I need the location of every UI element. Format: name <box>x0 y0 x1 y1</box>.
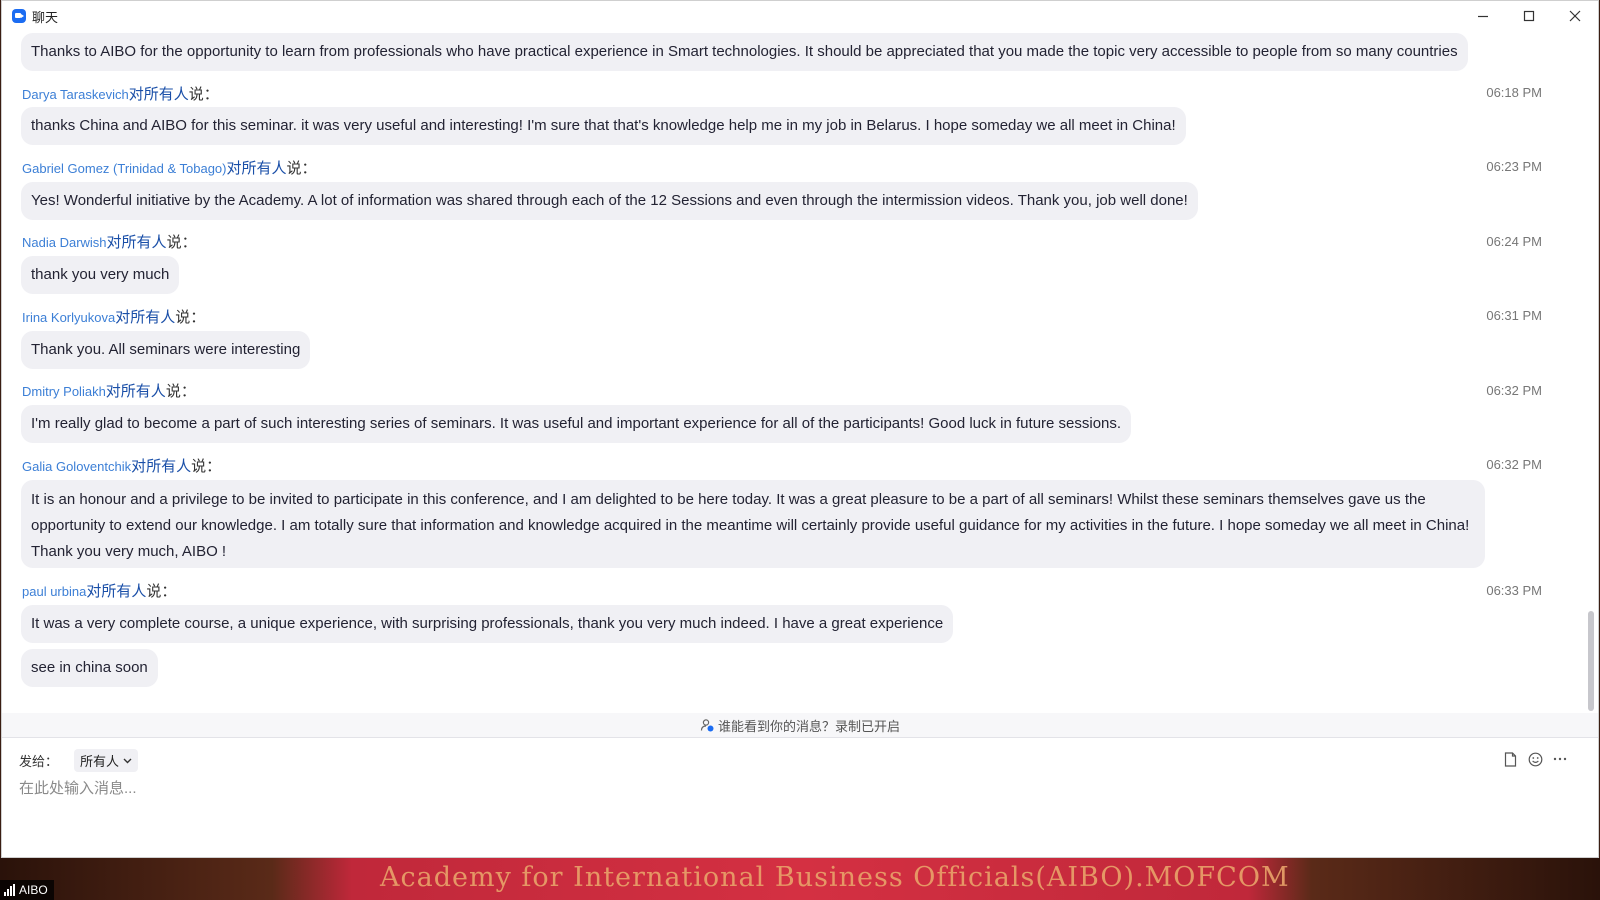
message-bubble: I'm really glad to become a part of such… <box>21 405 1132 443</box>
chat-scrollbar[interactable] <box>1588 611 1594 711</box>
user-shield-icon <box>700 719 714 732</box>
send-to-label: 发给： <box>19 754 59 769</box>
recipient-label: 对所有人 <box>131 458 192 475</box>
participant-name: AIBO <box>19 883 48 897</box>
sender-name[interactable]: Gabriel Gomez (Trinidad & Tobago) <box>22 161 226 176</box>
recipient-label: 对所有人 <box>128 86 189 103</box>
message-time: 06:24 PM <box>1486 234 1542 249</box>
message-header: Darya Taraskevich对所有人说： <box>22 83 219 104</box>
message-input[interactable] <box>19 777 1579 837</box>
sender-name[interactable]: Galia Goloventchik <box>22 459 131 474</box>
recipient-label: 对所有人 <box>226 160 287 177</box>
message-header: Irina Korlyukova对所有人说： <box>22 306 205 327</box>
message-bubble: It was a very complete course, a unique … <box>21 605 954 643</box>
window-controls <box>1460 1 1598 31</box>
message-header: Nadia Darwish对所有人说： <box>22 231 197 252</box>
message-time: 06:33 PM <box>1486 583 1542 598</box>
recipient-label: 对所有人 <box>105 383 166 400</box>
message-bubble: It is an honour and a privilege to be in… <box>21 480 1485 568</box>
signal-icon <box>4 884 15 896</box>
emoji-button[interactable] <box>1527 751 1543 767</box>
say-label: 说： <box>191 458 222 475</box>
title-bar: 聊天 <box>2 1 1598 31</box>
maximize-icon <box>1523 10 1535 22</box>
more-button[interactable] <box>1552 751 1568 767</box>
recipient-label: 对所有人 <box>106 234 167 251</box>
say-label: 说： <box>146 583 177 600</box>
say-label: 说： <box>166 234 197 251</box>
message-header: Dmitry Poliakh对所有人说： <box>22 380 196 401</box>
message-header: Gabriel Gomez (Trinidad & Tobago)对所有人说： <box>22 157 317 178</box>
emoji-icon <box>1528 752 1542 766</box>
window-title: 聊天 <box>32 9 59 25</box>
close-button[interactable] <box>1552 1 1598 31</box>
message-bubble: Yes! Wonderful initiative by the Academy… <box>21 182 1198 220</box>
file-icon <box>1504 751 1516 767</box>
say-label: 说： <box>286 160 317 177</box>
sender-name[interactable]: Irina Korlyukova <box>22 310 115 325</box>
message-bubble: thank you very much <box>21 256 180 294</box>
participant-video-label: AIBO <box>0 880 54 900</box>
say-label: 说： <box>165 383 196 400</box>
recipient-label: 对所有人 <box>115 309 176 326</box>
recipient-dropdown[interactable]: 所有人 <box>74 749 139 772</box>
message-time: 06:23 PM <box>1486 159 1542 174</box>
sender-name[interactable]: paul urbina <box>22 584 86 599</box>
file-button[interactable] <box>1502 751 1518 767</box>
message-time: 06:31 PM <box>1486 308 1542 323</box>
message-time: 06:18 PM <box>1486 85 1542 100</box>
say-label: 说： <box>175 309 206 326</box>
recipient-value: 所有人 <box>80 754 120 769</box>
input-toolbar <box>1502 751 1568 767</box>
message-bubble: see in china soon <box>21 649 158 687</box>
sender-name[interactable]: Darya Taraskevich <box>22 87 129 102</box>
more-icon <box>1553 757 1567 761</box>
message-time: 06:32 PM <box>1486 457 1542 472</box>
chat-window: 聊天 Thanks to AIBO for the opportunity to… <box>1 0 1599 858</box>
background-video: Academy for International Business Offic… <box>0 858 1600 900</box>
message-time: 06:32 PM <box>1486 383 1542 398</box>
message-header: paul urbina对所有人说： <box>22 580 176 601</box>
sender-name[interactable]: Nadia Darwish <box>22 235 107 250</box>
privacy-notice[interactable]: 谁能看到你的消息？录制已开启 <box>2 713 1598 738</box>
minimize-icon <box>1478 15 1488 18</box>
chevron-down-icon <box>123 758 132 763</box>
close-icon <box>1569 10 1581 22</box>
chat-message-list[interactable]: Thanks to AIBO for the opportunity to le… <box>2 31 1598 713</box>
maximize-button[interactable] <box>1506 1 1552 31</box>
background-banner: Academy for International Business Offic… <box>380 862 1290 893</box>
message-header: Galia Goloventchik对所有人说： <box>22 455 221 476</box>
sender-name[interactable]: Dmitry Poliakh <box>22 384 106 399</box>
say-label: 说： <box>188 86 219 103</box>
message-bubble: Thanks to AIBO for the opportunity to le… <box>21 33 1468 71</box>
privacy-notice-text: 谁能看到你的消息？录制已开启 <box>717 718 900 734</box>
message-bubble: Thank you. All seminars were interesting <box>21 331 311 369</box>
send-to-row: 发给： 所有人 <box>19 749 139 772</box>
recipient-label: 对所有人 <box>86 583 147 600</box>
zoom-chat-icon <box>12 9 26 23</box>
minimize-button[interactable] <box>1460 1 1506 31</box>
message-bubble: thanks China and AIBO for this seminar. … <box>21 107 1186 145</box>
